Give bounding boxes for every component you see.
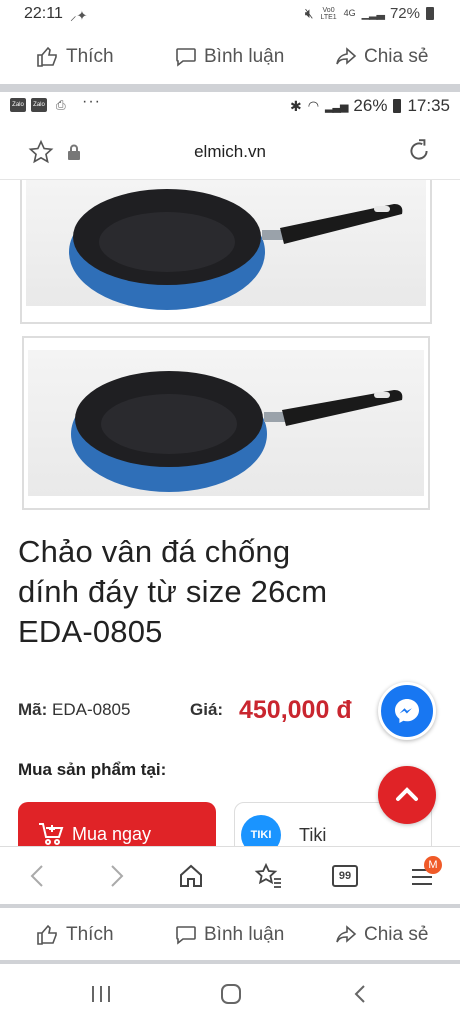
bookmarks-icon[interactable] (254, 863, 282, 889)
browser-toolbar: 99 (0, 846, 460, 904)
battery-percent: 26% (353, 96, 388, 115)
mute-icon: 🔇︎ (304, 5, 314, 21)
tabs-button[interactable]: 99 (332, 865, 358, 887)
messenger-icon (395, 699, 419, 723)
4g-label: 4G (343, 8, 356, 18)
url-text[interactable]: elmich.vn (0, 142, 460, 162)
wifi-icon: ◠ (307, 98, 320, 113)
more-notifications-icon: ··· (82, 93, 101, 110)
facebook-action-bar-top: Thích Bình luận Chia sẻ (0, 30, 460, 84)
product-image[interactable] (22, 336, 430, 510)
forward-icon[interactable] (106, 863, 126, 889)
product-price: 450,000 đ (239, 696, 352, 724)
scroll-to-top-button[interactable] (378, 766, 436, 824)
frying-pan-image (69, 189, 403, 310)
recent-apps-icon[interactable] (90, 984, 112, 1004)
clock-time: 17:35 (407, 96, 450, 115)
messenger-button[interactable] (378, 682, 436, 740)
notification-icon: ⎙ (56, 98, 66, 112)
price-label: Giá: (190, 700, 224, 719)
facebook-action-bar-bottom: Thích Bình luận Chia sẻ (0, 908, 460, 962)
bluetooth-icon: ✱ (289, 97, 302, 114)
share-arrow-icon (336, 925, 357, 943)
product-title: Chảo vân đá chống dính đáy từ size 26cm … (18, 534, 328, 649)
system-navigation-bar (0, 964, 460, 1024)
battery-icon (426, 7, 434, 20)
zalo-app-icon: Zalo (10, 98, 26, 112)
menu-badge: M (424, 856, 442, 874)
product-code: Mã: EDA-0805 (18, 700, 131, 719)
like-button[interactable]: Thích (36, 45, 114, 69)
share-button[interactable]: Chia sẻ (334, 45, 428, 69)
share-button[interactable]: Chia sẻ (334, 923, 428, 947)
back-icon[interactable] (28, 863, 48, 889)
cart-icon (39, 823, 64, 845)
frying-pan-image (71, 371, 403, 492)
share-arrow-icon (336, 47, 357, 65)
back-button-icon[interactable] (352, 984, 368, 1004)
thumbs-up-icon (37, 924, 57, 945)
signal-icon: ▁▂▃ (361, 8, 385, 20)
signal-icon: ▂▃▅ (325, 100, 348, 113)
speech-bubble-icon (176, 48, 196, 67)
comment-button[interactable]: Bình luận (174, 923, 284, 947)
home-icon[interactable] (178, 863, 204, 889)
like-button[interactable]: Thích (36, 923, 114, 947)
separator (0, 84, 460, 92)
zalo-app-icon: Zalo (31, 98, 47, 112)
reload-icon[interactable] (406, 138, 432, 164)
lte-label: Vo0 LTE1 (320, 6, 337, 21)
product-image[interactable] (20, 180, 432, 324)
browser-address-bar: elmich.vn (0, 122, 460, 180)
wand-icon: ⸝✦ (70, 8, 88, 23)
tiki-name: Tiki (299, 825, 327, 845)
speech-bubble-icon (176, 926, 196, 945)
buy-at-label: Mua sản phẩm tại: (18, 760, 167, 779)
outer-status-bar: 22:11 ⸝✦ 🔇︎ Vo0 LTE1 4G ▁▂▃ 72% (0, 0, 460, 30)
home-button-icon[interactable] (220, 983, 242, 1005)
inner-status-bar: Zalo Zalo ⎙ ··· ✱ ◠ ▂▃▅ 26% 17:35 (0, 92, 460, 120)
battery-icon (393, 99, 402, 113)
comment-button[interactable]: Bình luận (174, 45, 284, 69)
thumbs-up-icon (37, 46, 57, 67)
status-time: 22:11 (24, 5, 63, 22)
chevron-up-icon (396, 787, 418, 801)
battery-percent: 72% (389, 5, 420, 22)
